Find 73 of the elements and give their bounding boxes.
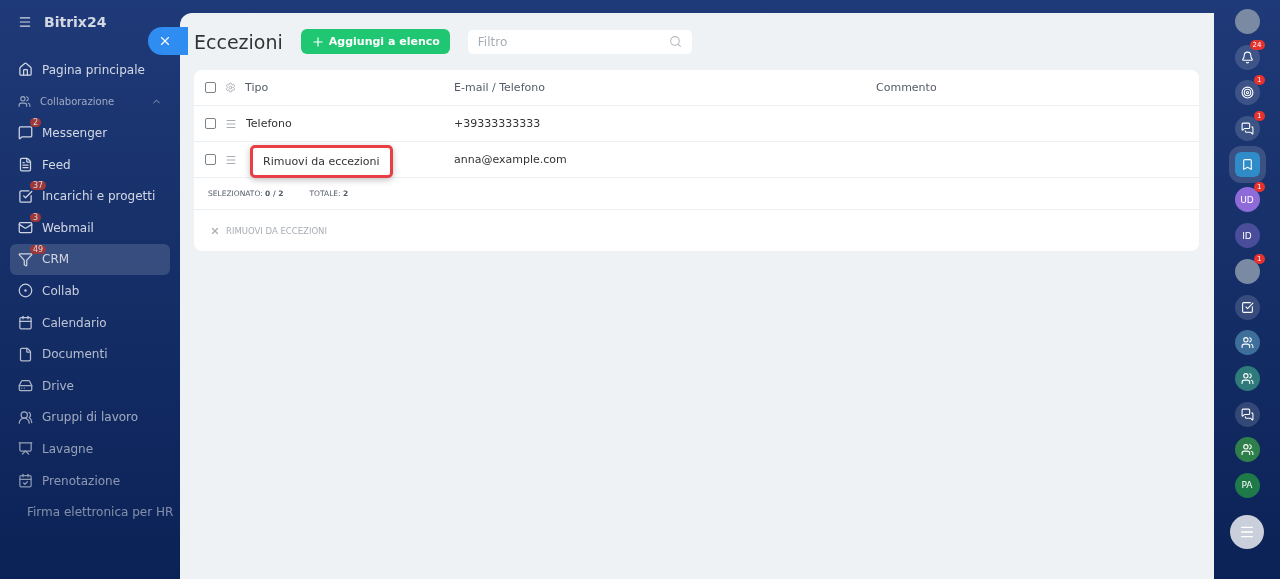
table-cell-text: +39333333333 (454, 117, 542, 130)
sidebar-icon-button[interactable] (1234, 80, 1260, 106)
home-icon (18, 62, 33, 78)
plus-icon (310, 34, 325, 49)
drag-handle-icon[interactable] (225, 153, 237, 166)
sidebar-icon-button[interactable] (1234, 365, 1260, 391)
target-icon (1240, 86, 1254, 100)
sidebar-item[interactable]: Messenger 2 (10, 117, 170, 149)
counter-badge: 49 (30, 244, 47, 254)
sidebar-item[interactable]: Lavagne (10, 433, 170, 465)
calendar-icon (18, 473, 33, 488)
avatar[interactable] (1234, 258, 1260, 284)
counter-badge: 2 (30, 118, 42, 128)
avatar[interactable] (1234, 9, 1260, 34)
filter-field[interactable]: Filtro (467, 29, 692, 54)
group-icon (18, 94, 31, 108)
funnel-icon (18, 251, 33, 267)
sidebar-item[interactable]: Gruppi di lavoro (10, 401, 170, 434)
cross-icon (210, 226, 220, 236)
sidebar-item[interactable]: Incarichi e progetti 37 (10, 180, 170, 212)
drive-icon (18, 378, 33, 394)
column-header[interactable]: Tipo (245, 81, 269, 94)
bell-icon (1240, 50, 1254, 64)
counter-badge: 37 (30, 181, 47, 191)
column-header[interactable]: Commento (876, 81, 1199, 94)
document-icon (18, 157, 33, 173)
sidebar-item[interactable]: Drive (10, 369, 170, 402)
file-icon (18, 346, 33, 362)
menu-icon[interactable] (18, 15, 32, 29)
sidebar-icon-button[interactable] (1234, 294, 1260, 320)
column-header[interactable]: E-mail / Telefono (454, 81, 876, 94)
table-cell-text: anna@example.com (454, 153, 568, 166)
drag-handle-icon[interactable] (225, 117, 237, 130)
board-icon (18, 441, 33, 457)
sidebar-item[interactable]: Pagina principale (10, 54, 170, 86)
close-button[interactable] (148, 27, 188, 55)
task-icon (1240, 300, 1254, 314)
logo: Bitrix24 (44, 14, 107, 30)
mail-icon (18, 220, 33, 236)
chat-icon (1240, 407, 1254, 421)
checkbox-icon (18, 188, 33, 204)
sidebar-item[interactable]: Webmail 3 (10, 211, 170, 244)
chat-icon (18, 125, 33, 141)
sidebar-item[interactable]: Calendario (10, 306, 170, 339)
group-icon (1240, 443, 1254, 457)
counter-badge: 3 (30, 212, 42, 222)
sidebar-group[interactable]: Collaborazione (10, 85, 170, 118)
checkbox[interactable] (205, 82, 216, 93)
sidebar-icon-button[interactable] (1234, 401, 1260, 427)
calendar-icon (18, 315, 33, 331)
bookmark-icon (1240, 157, 1254, 171)
chat-icon (1240, 122, 1254, 136)
checkbox[interactable] (205, 154, 216, 165)
sidebar-icon-button[interactable] (1234, 330, 1260, 356)
sidebar-item[interactable]: Documenti (10, 338, 170, 370)
sidebar-item[interactable]: CRM 49 (10, 243, 170, 276)
sidebar-icon-button[interactable] (1234, 437, 1260, 463)
sidebar-item[interactable]: Prenotazione (10, 464, 170, 497)
close-icon (158, 34, 172, 48)
sidebar-item[interactable]: Feed (10, 148, 170, 181)
group-icon (1240, 336, 1254, 350)
table-cell: Telefono (246, 117, 292, 130)
sidebar-item[interactable]: Collab (10, 275, 170, 307)
circle-icon (18, 283, 33, 299)
context-menu[interactable]: Rimuovi da eccezioni (250, 145, 393, 178)
page-title: Eccezioni (194, 30, 283, 53)
sidebar-icon-button[interactable] (1234, 116, 1260, 142)
avatar[interactable]: PA (1234, 472, 1260, 498)
checkbox[interactable] (205, 118, 216, 129)
menu-button[interactable] (1230, 514, 1264, 549)
people-icon (18, 409, 33, 425)
group-icon (1240, 371, 1254, 385)
avatar[interactable]: ID (1234, 223, 1260, 249)
